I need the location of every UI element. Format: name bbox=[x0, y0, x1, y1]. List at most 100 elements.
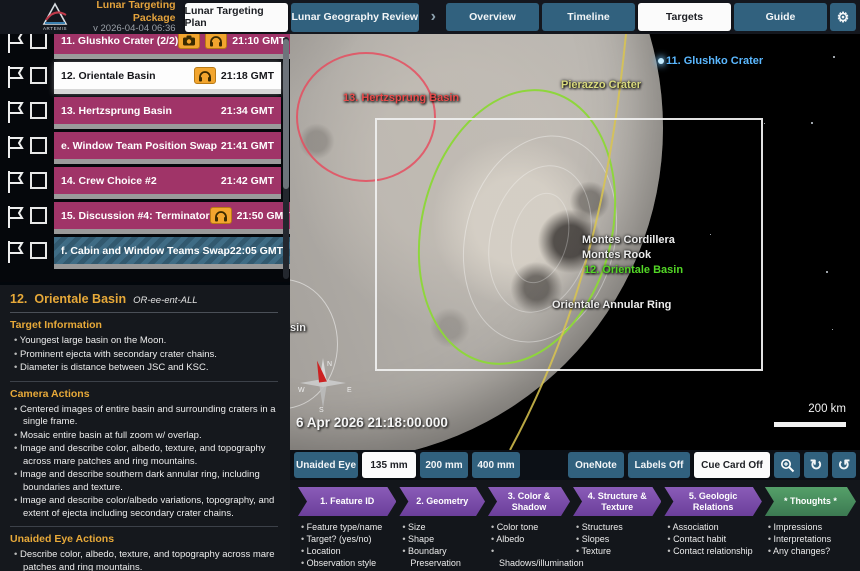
camera-field-of-view-rect bbox=[375, 118, 763, 371]
tab-lunar-targeting-plan[interactable]: Lunar Targeting Plan bbox=[185, 3, 288, 32]
camera-icon bbox=[178, 34, 200, 49]
checklist-heading: 4. Structure & Texture bbox=[573, 487, 661, 516]
checklist-thoughts: * Thoughts * Impressions Interpretations… bbox=[765, 487, 856, 571]
label-pierazzo-crater: Pierazzo Crater bbox=[561, 79, 641, 91]
item-title: f. Cabin and Window Teams Swap bbox=[61, 245, 230, 257]
tab-overview[interactable]: Overview bbox=[446, 3, 539, 31]
checkbox[interactable] bbox=[30, 242, 47, 259]
item-title: 11. Glushko Crater (2/2) bbox=[61, 35, 178, 47]
detail-bullet: Diameter is distance between JSC and KSC… bbox=[10, 362, 278, 375]
detail-title: Orientale Basin bbox=[34, 292, 126, 306]
list-scrollbar[interactable] bbox=[283, 37, 289, 279]
item-time: 21:41 GMT bbox=[221, 140, 274, 152]
lens-135mm-button[interactable]: 135 mm bbox=[362, 452, 416, 478]
section-heading: Target Information bbox=[10, 319, 278, 331]
lens-unaided-eye-button[interactable]: Unaided Eye bbox=[294, 452, 358, 478]
checkbox[interactable] bbox=[30, 137, 47, 154]
scrollbar-thumb[interactable] bbox=[283, 39, 289, 189]
flag-icon[interactable] bbox=[0, 132, 30, 159]
checkbox[interactable] bbox=[30, 67, 47, 84]
list-item-glushko[interactable]: 11. Glushko Crater (2/2) 21:10 GMT bbox=[0, 34, 290, 59]
tab-lunar-geography-review[interactable]: Lunar Geography Review bbox=[291, 3, 419, 32]
rotate-cw-icon[interactable]: ↻ bbox=[804, 452, 828, 478]
list-item-hertzsprung[interactable]: 13. Hertzsprung Basin 21:34 GMT bbox=[0, 97, 290, 129]
label-montes-rook: Montes Rook bbox=[582, 249, 651, 261]
detail-bullet: Youngest large basin on the Moon. bbox=[10, 335, 278, 348]
list-item-cabin-window-swap[interactable]: f. Cabin and Window Teams Swap 22:05 GMT bbox=[0, 237, 290, 269]
checklist-bullet: Texture bbox=[573, 545, 661, 557]
item-title: 13. Hertzsprung Basin bbox=[61, 105, 172, 117]
flag-icon[interactable] bbox=[0, 62, 30, 89]
checkbox[interactable] bbox=[30, 172, 47, 189]
lens-400mm-button[interactable]: 400 mm bbox=[472, 452, 520, 478]
flag-icon[interactable] bbox=[0, 237, 30, 264]
label-basin-partial: Basin bbox=[290, 322, 306, 334]
checklist-bullet: Slopes bbox=[573, 533, 661, 545]
flag-icon[interactable] bbox=[0, 97, 30, 124]
flag-icon[interactable] bbox=[0, 167, 30, 194]
item-time: 21:42 GMT bbox=[221, 175, 274, 187]
observation-checklist: 1. Feature ID Feature type/name Target? … bbox=[290, 480, 860, 571]
list-item-discussion-terminator[interactable]: 15. Discussion #4: Terminator 21:50 GMT bbox=[0, 202, 290, 234]
tab-timeline[interactable]: Timeline bbox=[542, 3, 635, 31]
checklist-heading: * Thoughts * bbox=[765, 487, 856, 516]
section-camera-actions: Camera Actions Centered images of entire… bbox=[10, 381, 278, 521]
view-toolbar: Unaided Eye 135 mm 200 mm 400 mm OneNote… bbox=[290, 450, 860, 480]
compass-axes-icon: N W E S bbox=[296, 352, 356, 414]
checkbox[interactable] bbox=[30, 207, 47, 224]
checklist-bullet: Shape bbox=[399, 533, 485, 545]
detail-bullet: Image and describe color/albedo variatio… bbox=[10, 495, 278, 520]
checklist-heading: 3. Color & Shadow bbox=[488, 487, 570, 516]
flag-icon[interactable] bbox=[0, 34, 30, 54]
label-orientale-annular-ring: Orientale Annular Ring bbox=[552, 299, 671, 311]
item-title: 15. Discussion #4: Terminator bbox=[61, 210, 210, 222]
rotate-ccw-icon[interactable]: ↺ bbox=[832, 452, 856, 478]
glushko-highlight-dot bbox=[658, 58, 664, 64]
checklist-structure-texture: 4. Structure & Texture Structures Slopes… bbox=[573, 487, 661, 571]
checklist-bullet: Target? (yes/no) bbox=[298, 533, 396, 545]
compass-e: E bbox=[347, 387, 352, 394]
item-time: 21:50 GMT bbox=[237, 210, 290, 222]
simulation-timestamp: 6 Apr 2026 21:18:00.000 bbox=[296, 415, 448, 430]
checklist-bullet: Any changes? bbox=[765, 545, 856, 557]
item-time: 22:05 GMT bbox=[230, 245, 283, 257]
onenote-button[interactable]: OneNote bbox=[568, 452, 624, 478]
scale-label: 200 km bbox=[774, 403, 846, 415]
app-title: Lunar Targeting Package bbox=[78, 0, 176, 24]
checkbox[interactable] bbox=[30, 102, 47, 119]
top-bar: ARTEMIS Lunar Targeting Package v 2026-0… bbox=[0, 0, 860, 34]
cue-card-toggle-button[interactable]: Cue Card Off bbox=[694, 452, 770, 478]
detail-pronunciation: OR-ee-ent-ALL bbox=[133, 295, 197, 306]
compass-w: W bbox=[298, 387, 305, 394]
list-item-window-team-swap[interactable]: e. Window Team Position Swap 21:41 GMT bbox=[0, 132, 290, 164]
zoom-magnifier-icon[interactable] bbox=[774, 452, 800, 478]
detail-bullet: Mosaic entire basin at full zoom w/ over… bbox=[10, 430, 278, 443]
checklist-bullet: Contact habit bbox=[664, 533, 761, 545]
headphones-icon bbox=[205, 34, 227, 49]
list-item-orientale-selected[interactable]: 12. Orientale Basin 21:18 GMT bbox=[0, 62, 290, 94]
label-orientale-basin: 12. Orientale Basin bbox=[584, 264, 683, 276]
moon-3d-view[interactable]: 11. Glushko Crater Pierazzo Crater 13. H… bbox=[290, 34, 860, 450]
compass-s: S bbox=[319, 407, 324, 414]
checkbox[interactable] bbox=[30, 34, 47, 49]
labels-toggle-button[interactable]: Labels Off bbox=[628, 452, 690, 478]
section-heading: Camera Actions bbox=[10, 388, 278, 400]
checklist-geologic-relations: 5. Geologic Relations Association Contac… bbox=[664, 487, 761, 571]
flag-icon[interactable] bbox=[0, 202, 30, 229]
checklist-bullet: Shadows/illumination bbox=[488, 545, 570, 569]
chevron-next-icon[interactable]: › bbox=[431, 8, 436, 26]
list-item-crew-choice[interactable]: 14. Crew Choice #2 21:42 GMT bbox=[0, 167, 290, 199]
item-time: 21:10 GMT bbox=[232, 35, 285, 47]
checklist-bullet: Feature type/name bbox=[298, 521, 396, 533]
checklist-color-shadow: 3. Color & Shadow Color tone Albedo Shad… bbox=[488, 487, 570, 571]
checklist-bullet: Color tone bbox=[488, 521, 570, 533]
checklist-bullet: Boundary Preservation bbox=[399, 545, 485, 569]
checklist-bullet: Location bbox=[298, 545, 396, 557]
tab-guide[interactable]: Guide bbox=[734, 3, 827, 31]
checklist-bullet: Contact relationship bbox=[664, 545, 761, 557]
settings-gear-icon[interactable]: ⚙ bbox=[830, 3, 856, 31]
tab-targets[interactable]: Targets bbox=[638, 3, 731, 31]
lens-200mm-button[interactable]: 200 mm bbox=[420, 452, 468, 478]
section-heading: Unaided Eye Actions bbox=[10, 533, 278, 545]
section-target-information: Target Information Youngest large basin … bbox=[10, 313, 278, 375]
